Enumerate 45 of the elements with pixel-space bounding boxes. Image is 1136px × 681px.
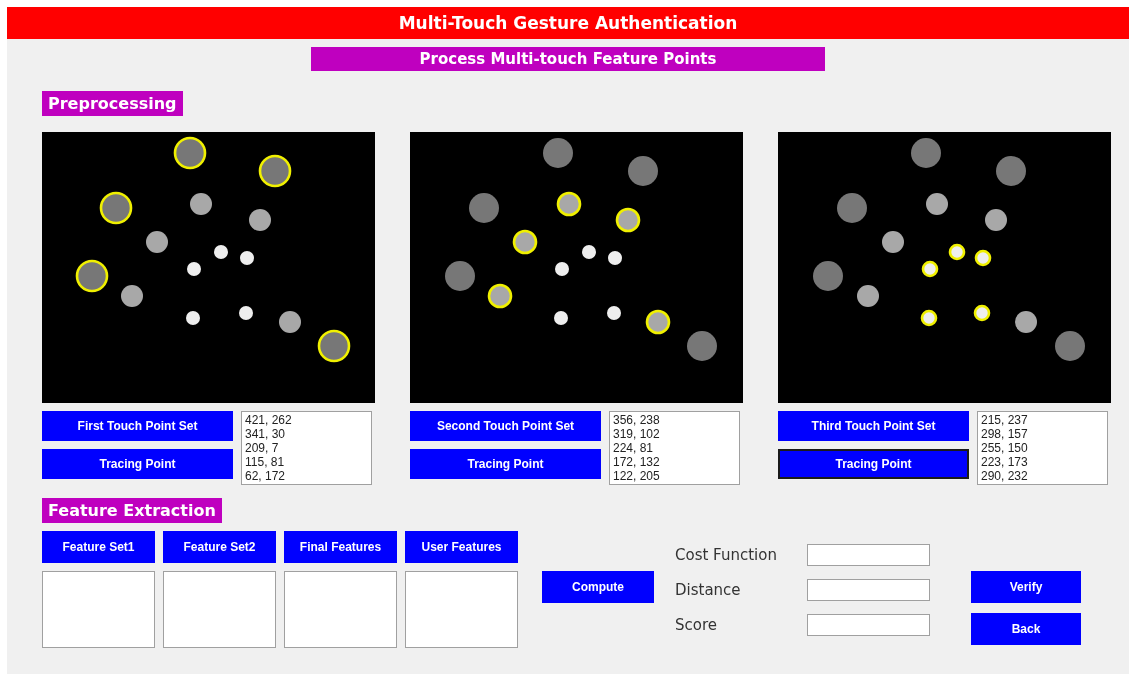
feature-set-button[interactable]: Final Features bbox=[284, 531, 397, 563]
input-field[interactable] bbox=[807, 579, 930, 601]
compute-button[interactable]: Compute bbox=[542, 571, 654, 603]
points-list[interactable]: 215, 237 298, 157 255, 150 223, 173 290, 232 bbox=[977, 411, 1108, 485]
list-item: 223, 173 bbox=[981, 455, 1029, 469]
feature-set-button[interactable]: User Features bbox=[405, 531, 518, 563]
feature-set-button[interactable]: Feature Set1 bbox=[42, 531, 155, 563]
action-button[interactable]: Verify bbox=[971, 571, 1081, 603]
feature-set-button[interactable]: Feature Set2 bbox=[163, 531, 276, 563]
section-heading: Preprocessing bbox=[42, 91, 183, 116]
section-heading: Feature Extraction bbox=[42, 498, 222, 523]
list-item: 62, 172 bbox=[245, 469, 287, 483]
feature-list-box[interactable] bbox=[163, 571, 276, 648]
list-item: 319, 102 bbox=[613, 427, 661, 441]
input-field[interactable] bbox=[807, 544, 930, 566]
list-item: 255, 150 bbox=[981, 441, 1029, 455]
list-item: 115, 81 bbox=[245, 455, 286, 469]
tracing-point-button[interactable]: Tracing Point bbox=[410, 449, 601, 479]
field-label: Cost Function bbox=[675, 546, 778, 564]
tracing-point-button[interactable]: Tracing Point bbox=[42, 449, 233, 479]
list-item: 356, 238 bbox=[613, 413, 661, 427]
touch-point-set-button[interactable]: Third Touch Point Set bbox=[778, 411, 969, 441]
tracing-point-button[interactable]: Tracing Point bbox=[778, 449, 969, 479]
list-item: 215, 237 bbox=[981, 413, 1029, 427]
field-label: Distance bbox=[675, 581, 742, 599]
points-list[interactable]: 421, 262 341, 30 209, 7 115, 81 62, 172 bbox=[241, 411, 372, 485]
window-title: Multi-Touch Gesture Authentication bbox=[7, 7, 1129, 39]
list-item: 298, 157 bbox=[981, 427, 1029, 441]
points-list[interactable]: 356, 238 319, 102 224, 81 172, 132 122, 205 bbox=[609, 411, 740, 485]
feature-list-box[interactable] bbox=[42, 571, 155, 648]
list-item: 341, 30 bbox=[245, 427, 287, 441]
touch-point-set-button[interactable]: Second Touch Point Set bbox=[410, 411, 601, 441]
touch-point-set-button[interactable]: First Touch Point Set bbox=[42, 411, 233, 441]
field-label: Score bbox=[675, 616, 718, 634]
list-item: 209, 7 bbox=[245, 441, 280, 455]
list-item: 122, 205 bbox=[613, 469, 661, 483]
list-item: 290, 232 bbox=[981, 469, 1029, 483]
feature-list-box[interactable] bbox=[405, 571, 518, 648]
feature-list-box[interactable] bbox=[284, 571, 397, 648]
input-field[interactable] bbox=[807, 614, 930, 636]
list-item: 172, 132 bbox=[613, 455, 661, 469]
list-item: 224, 81 bbox=[613, 441, 655, 455]
list-item: 421, 262 bbox=[245, 413, 293, 427]
section-title: Process Multi-touch Feature Points bbox=[311, 47, 825, 71]
action-button[interactable]: Back bbox=[971, 613, 1081, 645]
